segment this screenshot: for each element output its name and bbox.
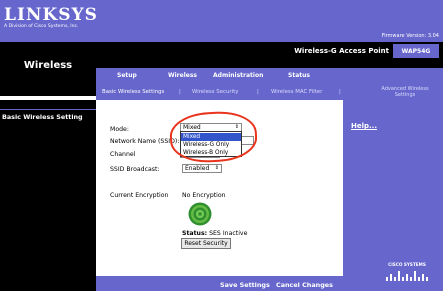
subtab-advanced-wireless-settings[interactable]: Advanced Wireless Settings [374, 86, 436, 98]
ssid-broadcast-select[interactable]: Enabled ⇕ [182, 164, 222, 173]
ssid-label: Network Name (SSID): [110, 138, 180, 145]
cancel-changes-button[interactable]: Cancel Changes [276, 281, 333, 289]
left-column [0, 100, 96, 291]
chevron-updown-icon: ⇕ [214, 165, 219, 171]
ssid-broadcast-value: Enabled [185, 165, 210, 172]
tab-administration[interactable]: Administration [213, 72, 263, 79]
encryption-label: Current Encryption [110, 192, 169, 199]
reset-security-button[interactable]: Reset Security [181, 238, 231, 249]
help-link[interactable]: Help... [351, 122, 377, 130]
mode-label: Mode: [110, 126, 129, 133]
product-name: Wireless-G Access Point [294, 47, 389, 55]
status-line: Status: SES Inactive [182, 230, 247, 237]
channel-label: Channel [110, 151, 136, 158]
firmware-version: Firmware Version: 3.04 [381, 33, 439, 39]
subtab-separator: | [339, 89, 341, 95]
status-label: Status: [182, 230, 208, 237]
bottom-left [0, 276, 96, 291]
subtab-wireless-mac-filter[interactable]: Wireless MAC Filter [271, 89, 322, 95]
model-badge: WAP54G [393, 44, 439, 58]
subtab-separator: | [179, 89, 181, 95]
status-value: SES Inactive [209, 230, 248, 237]
left-divider [0, 109, 96, 110]
ses-icon [188, 202, 212, 226]
linksys-logo: LINKSYS [4, 5, 98, 25]
section-title: Wireless [23, 60, 73, 71]
encryption-value: No Encryption [182, 192, 226, 199]
save-settings-button[interactable]: Save Settings [220, 281, 270, 289]
left-section-label: Basic Wireless Setting [2, 113, 83, 121]
subtab-wireless-security[interactable]: Wireless Security [192, 89, 238, 95]
subtab-separator: | [257, 89, 259, 95]
cisco-logo: CISCO SYSTEMS [377, 262, 437, 287]
tab-bar [96, 68, 443, 86]
ssid-broadcast-label: SSID Broadcast: [110, 166, 160, 173]
subtab-basic-wireless-settings[interactable]: Basic Wireless Settings [102, 89, 164, 95]
tab-setup[interactable]: Setup [117, 72, 137, 79]
tab-wireless[interactable]: Wireless [168, 72, 197, 79]
logo-subtitle: A Division of Cisco Systems, Inc. [4, 24, 79, 29]
tab-status[interactable]: Status [288, 72, 310, 79]
